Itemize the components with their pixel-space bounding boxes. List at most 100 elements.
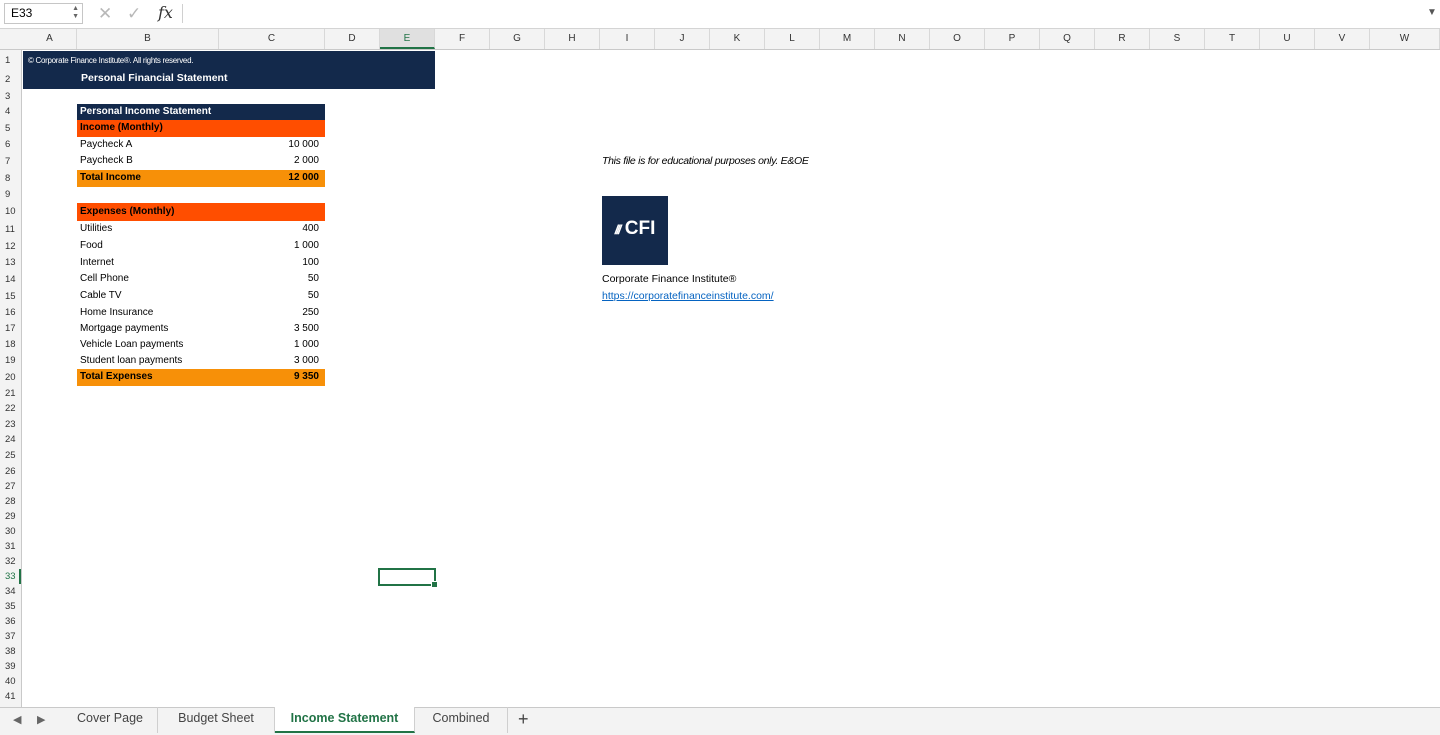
row-header-33[interactable]: 33 [0, 569, 21, 584]
row-header-13[interactable]: 13 [0, 255, 21, 271]
row-header-12[interactable]: 12 [0, 238, 21, 255]
income-item-value: 10 000 [288, 139, 319, 150]
column-header-k[interactable]: K [710, 29, 765, 49]
column-header-i[interactable]: I [600, 29, 655, 49]
row-header-26[interactable]: 26 [0, 464, 21, 479]
expense-item-label: Home Insurance [80, 307, 154, 318]
cfi-logo: /// CFI [602, 196, 668, 265]
column-header-g[interactable]: G [490, 29, 545, 49]
row-header-4[interactable]: 4 [0, 104, 21, 120]
column-header-j[interactable]: J [655, 29, 710, 49]
row-header-14[interactable]: 14 [0, 271, 21, 288]
row-header-7[interactable]: 7 [0, 153, 21, 170]
row-header-36[interactable]: 36 [0, 614, 21, 629]
page-title: Personal Financial Statement [23, 69, 435, 89]
row-header-37[interactable]: 37 [0, 629, 21, 644]
tab-cover-page[interactable]: Cover Page [63, 707, 158, 733]
column-header-q[interactable]: Q [1040, 29, 1095, 49]
expense-item-value: 50 [307, 290, 319, 301]
row-headers: 1 2 3 4 5 6 7 8 9 10 11 12 13 14 15 16 17 18 19 20 21 22 23 24 2… [0, 50, 22, 707]
column-header-a[interactable]: A [23, 29, 77, 49]
row-header-1[interactable]: 1 [0, 51, 21, 70]
row-header-10[interactable]: 10 [0, 203, 21, 221]
column-header-n[interactable]: N [875, 29, 930, 49]
row-header-20[interactable]: 20 [0, 369, 21, 386]
row-header-3[interactable]: 3 [0, 89, 21, 104]
column-header-u[interactable]: U [1260, 29, 1315, 49]
expense-item-value: 50 [307, 273, 319, 284]
column-header-p[interactable]: P [985, 29, 1040, 49]
column-header-d[interactable]: D [325, 29, 380, 49]
total-income-value: 12 000 [288, 172, 319, 183]
column-header-s[interactable]: S [1150, 29, 1205, 49]
name-box[interactable]: E33 ▲ ▼ [4, 3, 83, 24]
row-header-24[interactable]: 24 [0, 432, 21, 448]
row-header-28[interactable]: 28 [0, 494, 21, 509]
expense-item-value: 1 000 [293, 339, 319, 350]
column-header-l[interactable]: L [765, 29, 820, 49]
add-sheet-button[interactable]: + [518, 709, 529, 729]
company-link[interactable]: https://corporatefinanceinstitute.com/ [602, 290, 774, 302]
row-header-30[interactable]: 30 [0, 524, 21, 539]
row-header-31[interactable]: 31 [0, 539, 21, 554]
row-header-32[interactable]: 32 [0, 554, 21, 569]
column-header-h[interactable]: H [545, 29, 600, 49]
row-header-18[interactable]: 18 [0, 337, 21, 353]
name-box-value: E33 [11, 6, 33, 20]
row-header-41[interactable]: 41 [0, 689, 21, 704]
row-header-17[interactable]: 17 [0, 321, 21, 337]
column-header-b[interactable]: B [77, 29, 219, 49]
column-header-v[interactable]: V [1315, 29, 1370, 49]
total-expenses-value: 9 350 [293, 371, 319, 382]
row-header-34[interactable]: 34 [0, 584, 21, 599]
column-header-t[interactable]: T [1205, 29, 1260, 49]
row-header-2[interactable]: 2 [0, 70, 21, 89]
selected-cell[interactable] [378, 568, 438, 588]
tab-prev-icon[interactable]: ◀ [13, 713, 21, 726]
column-header-c[interactable]: C [219, 29, 325, 49]
row-header-25[interactable]: 25 [0, 448, 21, 464]
column-header-f[interactable]: F [435, 29, 490, 49]
expenses-header: Expenses (Monthly) [77, 203, 325, 221]
row-header-38[interactable]: 38 [0, 644, 21, 659]
expand-formula-icon[interactable]: ▼ [1427, 7, 1437, 18]
company-name: Corporate Finance Institute® [602, 273, 737, 285]
row-header-21[interactable]: 21 [0, 386, 21, 401]
row-header-5[interactable]: 5 [0, 120, 21, 137]
column-header-r[interactable]: R [1095, 29, 1150, 49]
name-box-spinner-icon[interactable]: ▲ ▼ [72, 5, 79, 21]
tab-next-icon[interactable]: ▶ [37, 713, 45, 726]
formula-separator [182, 4, 183, 23]
row-header-23[interactable]: 23 [0, 417, 21, 432]
row-header-29[interactable]: 29 [0, 509, 21, 524]
row-header-15[interactable]: 15 [0, 288, 21, 305]
row-header-6[interactable]: 6 [0, 137, 21, 153]
column-header-w[interactable]: W [1370, 29, 1440, 49]
tab-budget-sheet[interactable]: Budget Sheet [158, 707, 275, 733]
expense-item-label: Cell Phone [80, 273, 129, 284]
tab-combined[interactable]: Combined [415, 707, 508, 733]
column-header-o[interactable]: O [930, 29, 985, 49]
row-header-8[interactable]: 8 [0, 170, 21, 187]
row-header-27[interactable]: 27 [0, 479, 21, 494]
row-header-35[interactable]: 35 [0, 599, 21, 614]
row-header-39[interactable]: 39 [0, 659, 21, 674]
income-item-label: Paycheck B [80, 155, 133, 166]
expense-item-value: 1 000 [293, 240, 319, 251]
function-icon[interactable]: fx [158, 3, 173, 22]
tab-income-statement[interactable]: Income Statement [275, 707, 415, 733]
row-header-16[interactable]: 16 [0, 305, 21, 321]
row-header-9[interactable]: 9 [0, 187, 21, 203]
cancel-icon[interactable]: ✕ [98, 4, 112, 24]
expense-item-value: 100 [302, 257, 319, 268]
row-header-11[interactable]: 11 [0, 221, 21, 238]
total-expenses-label: Total Expenses [80, 371, 153, 382]
column-header-m[interactable]: M [820, 29, 875, 49]
income-statement-title: Personal Income Statement [77, 104, 325, 120]
row-header-22[interactable]: 22 [0, 401, 21, 417]
row-header-19[interactable]: 19 [0, 353, 21, 369]
column-header-e[interactable]: E [380, 29, 435, 49]
row-header-40[interactable]: 40 [0, 674, 21, 689]
formula-bar [0, 0, 1440, 29]
confirm-icon[interactable]: ✓ [127, 4, 141, 24]
